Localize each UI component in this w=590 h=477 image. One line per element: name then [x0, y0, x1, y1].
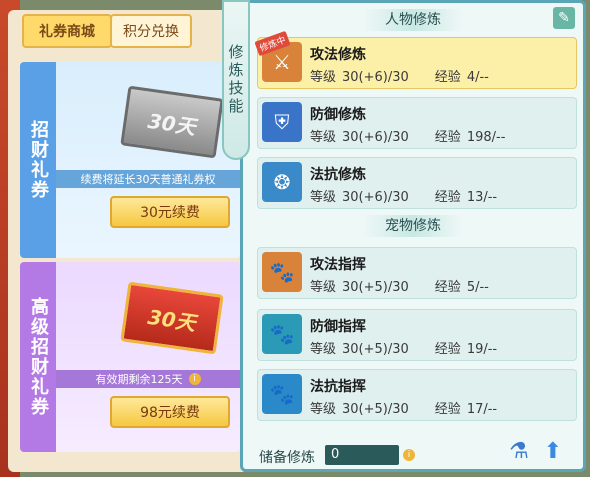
skill-row-defense-cultivation[interactable]: ⛨ 防御修炼 等级 30(+6)/30 经验 198/-- — [257, 97, 577, 149]
cultivation-skills-label: 修炼技能 — [226, 44, 245, 116]
skill-name: 防御指挥 — [310, 319, 366, 335]
skill-name: 法抗修炼 — [310, 167, 366, 183]
skill-row-attack-cultivation[interactable]: ⚔ 修炼中 攻法修炼 等级 30(+6)/30 经验 4/-- — [254, 30, 577, 89]
validity-text: 有效期剩余125天 — [95, 373, 183, 386]
skill-row-pet-attack[interactable]: 🐾 攻法指挥 等级 30(+5)/30 经验 5/-- — [257, 247, 577, 299]
skill-row-pet-magic-resist[interactable]: 🐾 法抗指挥 等级 30(+5)/30 经验 17/-- — [257, 369, 577, 421]
skill-meta: 等级 30(+6)/30 经验 198/-- — [310, 130, 506, 145]
skill-meta: 等级 30(+5)/30 经验 5/-- — [310, 280, 489, 295]
card-title: 高级招财礼券 — [28, 297, 49, 417]
skill-meta: 等级 30(+5)/30 经验 17/-- — [310, 402, 498, 417]
skill-row-magic-resist-cultivation[interactable]: ❂ 法抗修炼 等级 30(+6)/30 经验 13/-- — [257, 157, 577, 209]
section-title: 宠物修炼 — [363, 215, 463, 237]
skill-name: 攻法指挥 — [310, 257, 366, 273]
cultivation-panel: 人物修炼 ✎ ⚔ 修炼中 攻法修炼 等级 30(+6)/30 经验 4/-- ⛨ 防御… — [240, 0, 586, 472]
voucher-30-day-image: 30天 — [120, 281, 224, 355]
card-title: 招财礼券 — [28, 120, 49, 200]
renew-98-button[interactable]: 98元续费 — [110, 396, 230, 428]
renew-30-button[interactable]: 30元续费 — [110, 196, 230, 228]
skill-row-pet-defense[interactable]: 🐾 防御指挥 等级 30(+5)/30 经验 19/-- — [257, 309, 577, 361]
potion-icon[interactable]: ⚗ — [507, 439, 531, 467]
pet-defense-icon: 🐾 — [262, 314, 302, 354]
character-cultivation-header: 人物修炼 — [243, 9, 583, 31]
pet-cultivation-header: 宠物修炼 — [243, 215, 583, 237]
pet-magic-resist-icon: 🐾 — [262, 374, 302, 414]
cultivation-skills-tab[interactable]: 修炼技能 — [222, 0, 250, 160]
info-icon[interactable]: i — [188, 373, 201, 385]
premium-fortune-voucher-card: 高级招财礼券 30天 有效期剩余125天 i 98元续费 — [20, 262, 240, 452]
edit-icon[interactable]: ✎ — [553, 7, 575, 29]
pet-attack-icon: 🐾 — [262, 252, 302, 292]
info-icon[interactable]: i — [403, 449, 415, 461]
tab-gift-mall[interactable]: 礼券商城 — [22, 14, 112, 48]
tab-points-exchange[interactable]: 积分兑换 — [110, 14, 192, 48]
upgrade-arrow-icon[interactable]: ⬆ — [541, 439, 565, 467]
defense-cultivation-icon: ⛨ — [262, 102, 302, 142]
voucher-info: 续费将延长30天普通礼券权 — [56, 170, 240, 188]
skill-name: 攻法修炼 — [310, 47, 366, 63]
reserve-field: 0 — [325, 445, 399, 465]
card-side-label: 招财礼券 — [20, 62, 56, 258]
skill-name: 法抗指挥 — [310, 379, 366, 395]
skill-name: 防御修炼 — [310, 107, 366, 123]
fortune-voucher-card: 招财礼券 30天 续费将延长30天普通礼券权 30元续费 — [20, 62, 240, 258]
skill-meta: 等级 30(+6)/30 经验 4/-- — [310, 70, 489, 85]
skill-meta: 等级 30(+6)/30 经验 13/-- — [310, 190, 498, 205]
card-side-label: 高级招财礼券 — [20, 262, 56, 452]
section-title: 人物修炼 — [363, 9, 463, 31]
voucher-30-day-image: 30天 — [120, 85, 224, 159]
voucher-validity: 有效期剩余125天 i — [56, 370, 240, 388]
skill-meta: 等级 30(+5)/30 经验 19/-- — [310, 342, 498, 357]
magic-resist-cultivation-icon: ❂ — [262, 162, 302, 202]
reserve-label: 储备修炼 — [259, 450, 315, 466]
